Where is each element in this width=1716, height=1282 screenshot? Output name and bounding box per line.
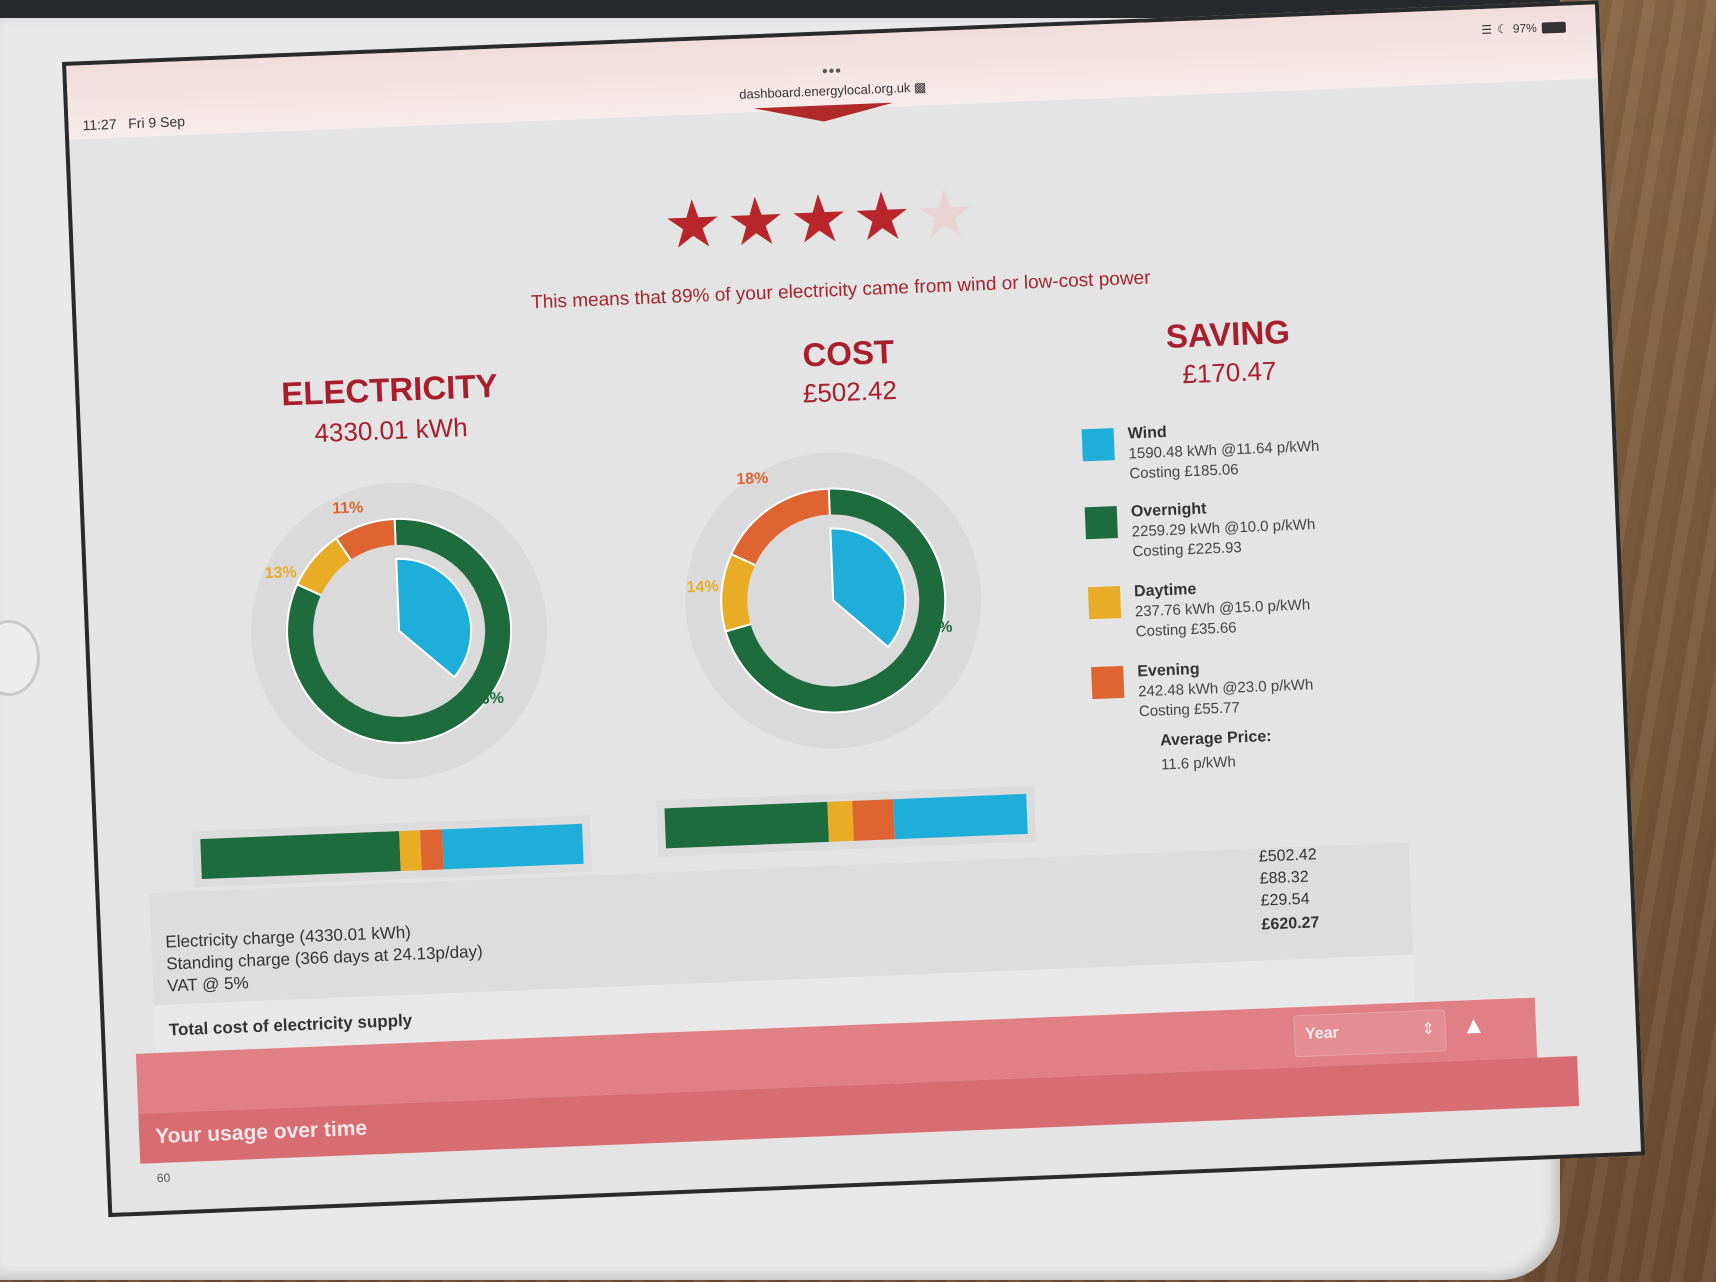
electricity-daytime-label: 13%: [264, 564, 297, 582]
average-price-label: Average Price:: [1159, 728, 1272, 750]
legend-name: Wind: [1127, 423, 1168, 443]
cost-bar-daytime: [827, 800, 855, 842]
cost-bar-wind: [892, 793, 1028, 840]
bill-line-vat-label: VAT @ 5%: [166, 973, 249, 996]
cost-donut-chart: 18% 14% 68%: [685, 452, 982, 749]
saving-title: SAVING: [1165, 312, 1291, 355]
average-price-value: 11.6 p/kWh: [1160, 753, 1237, 774]
legend-item-evening: Evening 242.48 kWh @23.0 p/kWh Costing £…: [1091, 653, 1391, 720]
legend-name: Overnight: [1130, 500, 1207, 521]
select-updown-icon[interactable]: ⇕: [1421, 1019, 1435, 1040]
usage-section-title: Your usage over time: [154, 1116, 368, 1149]
star-filled-icon: ★: [787, 180, 850, 257]
electricity-title: ELECTRICITY: [280, 366, 499, 413]
rating-message: This means that 89% of your electricity …: [530, 267, 1151, 314]
daytime-swatch: [1087, 585, 1122, 620]
period-select[interactable]: Year ⇕: [1293, 1009, 1447, 1058]
electricity-donut-chart: 11% 13% 76%: [251, 482, 548, 779]
rating-stars: ★ ★ ★ ★ ★: [661, 175, 977, 262]
electricity-stacked-bar: [191, 815, 592, 888]
star-filled-icon: ★: [661, 185, 724, 262]
cost-daytime-label: 14%: [686, 578, 719, 596]
star-filled-icon: ★: [724, 183, 787, 260]
lock-icon: ▩: [913, 79, 927, 95]
electricity-bar-wind: [441, 823, 584, 870]
overnight-swatch: [1084, 506, 1118, 540]
legend-costing: Costing £225.93: [1132, 539, 1243, 561]
electricity-value: 4330.01 kWh: [313, 412, 469, 449]
legend-name: Evening: [1136, 660, 1200, 681]
tablet-screen: ••• 11:27 Fri 9 Sep dashboard.energyloca…: [62, 0, 1646, 1218]
star-filled-icon: ★: [850, 178, 913, 255]
legend-item-wind: Wind 1590.48 kWh @11.64 p/kWh Costing £1…: [1081, 415, 1381, 482]
cost-bar-overnight: [664, 801, 829, 849]
cost-bar-evening: [852, 799, 895, 841]
cost-value: £502.42: [802, 374, 898, 409]
wifi-icon: ☰: [1481, 22, 1493, 38]
electricity-evening-label: 11%: [332, 499, 364, 517]
legend-costing: Costing £35.66: [1135, 619, 1237, 641]
battery-icon: [1541, 21, 1567, 34]
legend-costing: Costing £55.77: [1138, 699, 1241, 721]
cost-overnight-label: 68%: [920, 619, 953, 637]
moon-icon: ☾: [1496, 21, 1509, 37]
wind-swatch: [1081, 428, 1115, 462]
electricity-overnight-label: 76%: [472, 690, 505, 708]
usage-axis-tick: 60: [156, 1170, 171, 1186]
electricity-bar-evening: [420, 829, 444, 871]
evening-swatch: [1091, 665, 1125, 700]
saving-value: £170.47: [1181, 355, 1277, 390]
electricity-bar-overnight: [200, 831, 402, 880]
cost-evening-label: 18%: [736, 470, 769, 488]
collapse-arrow-icon[interactable]: ▲: [1461, 1012, 1486, 1041]
electricity-bar-daytime: [399, 830, 423, 872]
legend-item-overnight: Overnight 2259.29 kWh @10.0 p/kWh Costin…: [1084, 493, 1385, 560]
legend-item-daytime: Daytime 237.76 kWh @15.0 p/kWh Costing £…: [1087, 573, 1388, 640]
home-button[interactable]: [0, 620, 40, 696]
legend-costing: Costing £185.06: [1129, 461, 1239, 483]
star-empty-icon: ★: [914, 175, 977, 252]
period-select-value[interactable]: Year: [1305, 1025, 1340, 1044]
battery-percent: 97%: [1512, 20, 1538, 36]
legend-name: Daytime: [1133, 580, 1197, 601]
cost-title: COST: [801, 332, 895, 374]
cost-stacked-bar: [656, 785, 1037, 857]
